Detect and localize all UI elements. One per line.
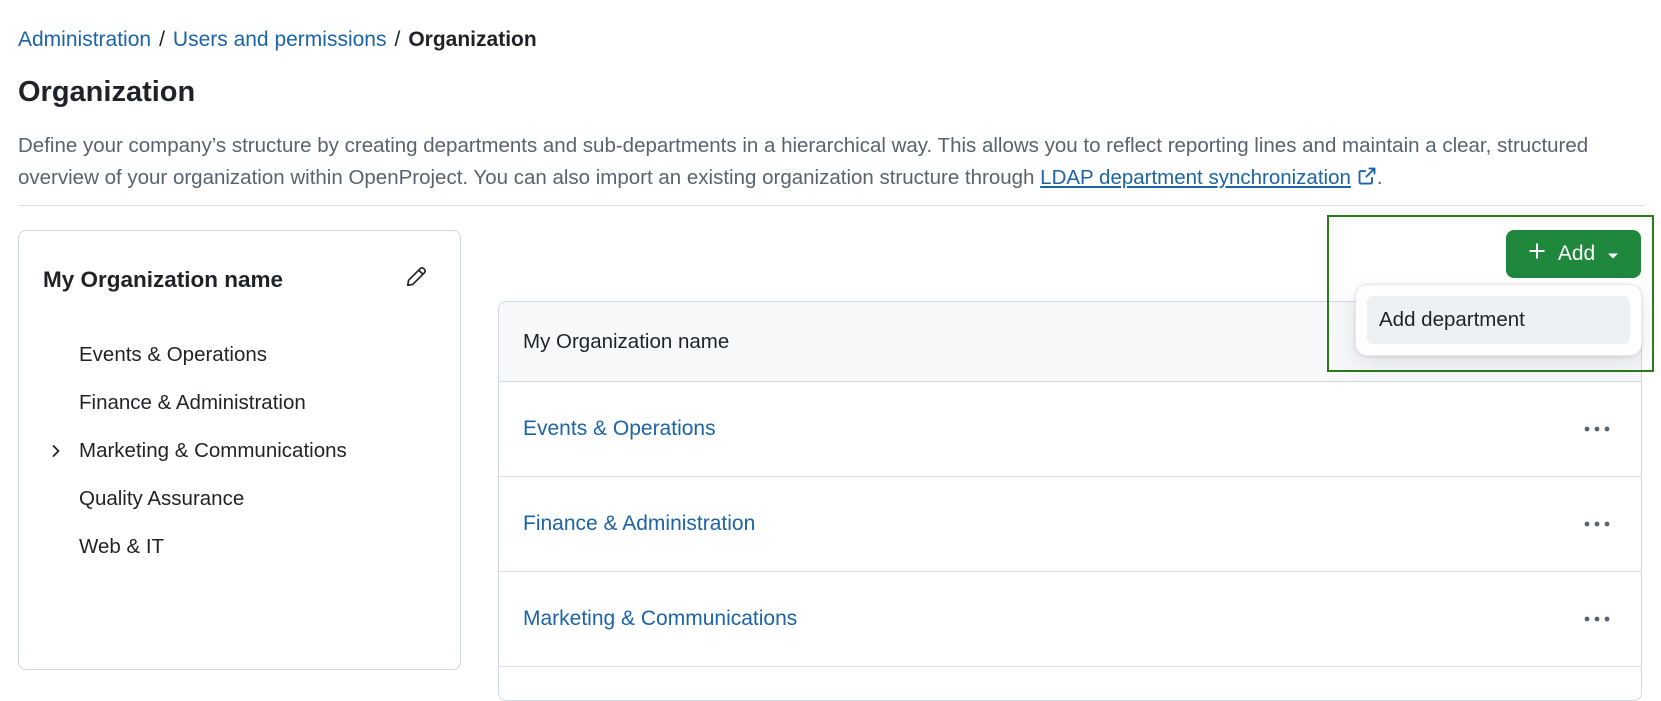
tree-title: My Organization name [43, 267, 284, 292]
kebab-horizontal-icon[interactable] [1577, 509, 1617, 539]
tree-item-finance-administration[interactable]: Finance & Administration [19, 379, 460, 427]
edit-organization-button[interactable] [402, 265, 430, 293]
breadcrumb-current: Organization [408, 28, 537, 51]
external-link-icon[interactable] [1357, 164, 1377, 196]
page-description: Define your company’s structure by creat… [18, 130, 1646, 196]
table-row: Events & Operations [499, 382, 1641, 477]
add-dropdown-menu: Add department [1355, 284, 1642, 356]
page-title: Organization [18, 76, 196, 108]
pencil-icon [405, 266, 427, 293]
add-button[interactable]: Add [1506, 230, 1641, 278]
tree-item-label: Events & Operations [79, 343, 268, 366]
kebab-horizontal-icon[interactable] [1577, 414, 1617, 444]
breadcrumb-separator: / [394, 28, 401, 51]
breadcrumb: Administration / Users and permissions /… [18, 28, 537, 52]
divider [18, 205, 1644, 206]
menu-item-add-department[interactable]: Add department [1367, 296, 1630, 344]
table-row: Marketing & Communications [499, 572, 1641, 667]
tree-item-web-it[interactable]: Web & IT [19, 523, 460, 571]
tree-item-label: Marketing & Communications [79, 439, 347, 462]
tree-item-label: Web & IT [79, 535, 165, 558]
chevron-right-icon[interactable] [49, 444, 63, 458]
plus-icon [1528, 242, 1546, 266]
description-text: Define your company’s structure by creat… [18, 134, 1589, 189]
tree-item-marketing-communications[interactable]: Marketing & Communications [19, 427, 460, 475]
department-link[interactable]: Finance & Administration [523, 512, 755, 536]
table-row: Finance & Administration [499, 477, 1641, 572]
kebab-horizontal-icon[interactable] [1577, 604, 1617, 634]
ldap-sync-link[interactable]: LDAP department synchronization [1040, 166, 1351, 189]
breadcrumb-separator: / [159, 28, 165, 51]
add-button-label: Add [1557, 242, 1596, 265]
organization-tree-panel: My Organization name Events & Operations… [18, 230, 461, 670]
tree-item-label: Finance & Administration [79, 391, 306, 414]
tree-item-events-operations[interactable]: Events & Operations [19, 331, 460, 379]
description-end: . [1376, 166, 1383, 189]
department-link[interactable]: Events & Operations [523, 417, 716, 441]
triangle-down-icon [1607, 242, 1619, 266]
department-link[interactable]: Marketing & Communications [523, 607, 797, 631]
breadcrumb-link-users-and-permissions[interactable]: Users and permissions [173, 28, 387, 52]
tree-item-label: Quality Assurance [79, 487, 245, 510]
tree-list: Events & Operations Finance & Administra… [19, 331, 460, 571]
tree-item-quality-assurance[interactable]: Quality Assurance [19, 475, 460, 523]
breadcrumb-link-administration[interactable]: Administration [18, 28, 151, 52]
